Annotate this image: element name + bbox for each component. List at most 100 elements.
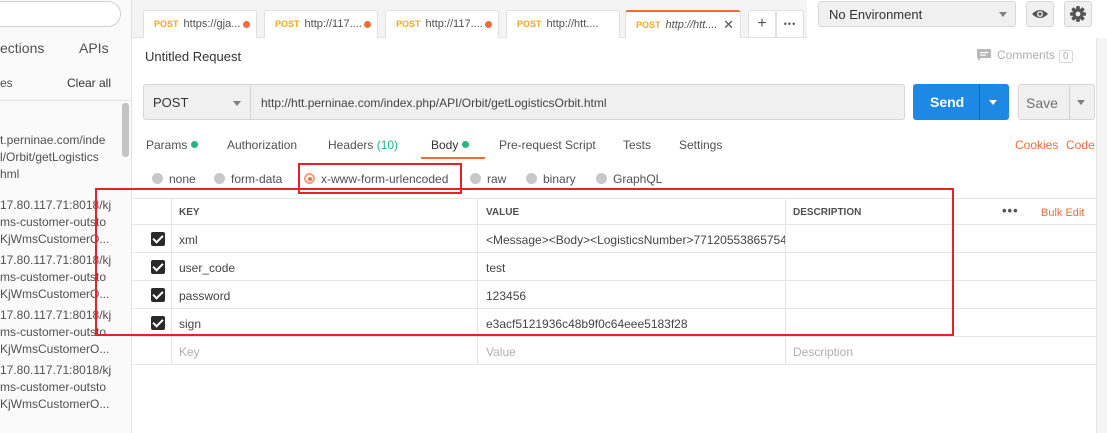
radio-icon — [596, 173, 607, 184]
radio-x-www-form-urlencoded[interactable]: x-www-form-urlencoded — [304, 172, 448, 186]
tab-method: POST — [275, 19, 300, 29]
row-enabled-checkbox[interactable] — [151, 232, 165, 246]
history-item[interactable]: 17.80.117.71:8018/kj ms-customer-outsto … — [0, 362, 120, 413]
request-sub-tabs: Params Authorization Headers (10) Body P… — [132, 136, 1107, 160]
new-value-input[interactable]: Value — [477, 337, 785, 364]
environment-quick-look-button[interactable] — [1026, 1, 1054, 27]
tab-more-button[interactable]: ••• — [776, 10, 804, 38]
tab-body[interactable]: Body — [431, 138, 470, 152]
tab-authorization[interactable]: Authorization — [227, 138, 297, 152]
row-enabled-checkbox[interactable] — [151, 288, 165, 302]
column-header-key: KEY — [171, 199, 477, 224]
save-options-chevron-icon[interactable] — [1077, 100, 1085, 105]
environment-select[interactable]: No Environment — [818, 1, 1016, 27]
sidebar: ections APIs es Clear all t.perninae.com… — [0, 0, 132, 433]
sidebar-tab-collections[interactable]: ections — [0, 40, 44, 56]
row-enabled-checkbox[interactable] — [151, 316, 165, 330]
table-row: password 123456 — [133, 281, 1097, 309]
param-description-input[interactable] — [785, 253, 1097, 280]
status-dot-icon — [191, 141, 199, 148]
radio-raw[interactable]: raw — [470, 172, 506, 186]
history-item[interactable]: t.perninae.com/inde l/Orbit/getLogistics… — [0, 132, 120, 183]
request-tab-active[interactable]: POST http://htt.... ✕ — [625, 10, 741, 38]
sidebar-scrollbar[interactable] — [122, 103, 129, 157]
radio-icon — [470, 173, 481, 184]
param-value-input[interactable]: 123456 — [477, 281, 785, 308]
row-enabled-checkbox[interactable] — [151, 260, 165, 274]
radio-none[interactable]: none — [152, 172, 196, 186]
param-key-input[interactable]: password — [171, 281, 477, 308]
request-tab[interactable]: POST https://gja... — [143, 10, 257, 38]
history-item[interactable]: 17.80.117.71:8018/kj ms-customer-outsto … — [0, 197, 120, 248]
param-key-input[interactable]: xml — [171, 225, 477, 252]
param-description-input[interactable] — [785, 281, 1097, 308]
method-select[interactable]: POST — [143, 84, 251, 120]
url-input[interactable]: http://htt.perninae.com/index.php/API/Or… — [251, 84, 905, 120]
param-value-input[interactable]: e3acf5121936c48b9f0c64eee5183f28 — [477, 309, 785, 336]
comments-label: Comments — [997, 48, 1056, 62]
chevron-down-icon — [999, 12, 1007, 17]
unsaved-dot-icon — [485, 21, 492, 28]
clear-all-button[interactable]: Clear all — [67, 76, 111, 90]
radio-graphql[interactable]: GraphQL — [596, 172, 662, 186]
tab-tests[interactable]: Tests — [623, 138, 651, 152]
tab-url: http://htt.... — [546, 18, 599, 30]
request-title[interactable]: Untitled Request — [145, 49, 241, 64]
sidebar-divider — [0, 100, 131, 101]
param-key-input[interactable]: user_code — [171, 253, 477, 280]
tab-headers[interactable]: Headers (10) — [328, 138, 398, 152]
radio-binary[interactable]: binary — [526, 172, 576, 186]
request-tab[interactable]: POST http://117.... — [385, 10, 499, 38]
new-tab-button[interactable]: + — [748, 10, 776, 38]
radio-icon — [526, 173, 537, 184]
body-params-table: KEY VALUE DESCRIPTION ••• Bulk Edit xml … — [133, 198, 1097, 365]
radio-icon — [214, 173, 225, 184]
history-label: es — [0, 76, 13, 90]
main-scrollbar[interactable] — [1096, 38, 1107, 433]
table-header-row: KEY VALUE DESCRIPTION ••• Bulk Edit — [133, 198, 1097, 225]
new-description-input[interactable]: Description — [785, 337, 1097, 364]
table-row: sign e3acf5121936c48b9f0c64eee5183f28 — [133, 309, 1097, 337]
param-key-input[interactable]: sign — [171, 309, 477, 336]
close-tab-icon[interactable]: ✕ — [723, 17, 734, 33]
sidebar-search-input[interactable] — [0, 1, 121, 27]
save-button[interactable]: Save — [1018, 84, 1095, 120]
comments-button[interactable]: Comments 0 — [977, 48, 1073, 63]
active-tab-underline — [421, 157, 485, 159]
param-value-input[interactable]: test — [477, 253, 785, 280]
table-row: xml <Message><Body><LogisticsNumber>7712… — [133, 225, 1097, 253]
sidebar-tab-apis[interactable]: APIs — [79, 40, 109, 56]
eye-icon — [1032, 10, 1048, 18]
more-options-icon[interactable]: ••• — [1002, 203, 1019, 218]
history-item[interactable]: 17.80.117.71:8018/kj ms-customer-outsto … — [0, 307, 120, 358]
unsaved-dot-icon — [364, 21, 371, 28]
request-tab-bar: POST https://gja... POST http://117.... PO… — [132, 0, 807, 38]
tab-settings[interactable]: Settings — [679, 138, 722, 152]
new-key-input[interactable]: Key — [171, 337, 477, 364]
tab-url: http://htt.... — [665, 19, 718, 31]
radio-form-data[interactable]: form-data — [214, 172, 282, 186]
history-list: t.perninae.com/inde l/Orbit/getLogistics… — [0, 132, 120, 417]
manage-environments-button[interactable] — [1064, 1, 1092, 27]
param-description-input[interactable] — [785, 225, 1097, 252]
code-link[interactable]: Code — [1066, 138, 1095, 152]
comment-icon — [977, 49, 991, 61]
send-button[interactable]: Send — [913, 84, 1009, 120]
column-header-value: VALUE — [477, 199, 785, 224]
tab-method: POST — [517, 19, 542, 29]
comments-count: 0 — [1059, 50, 1073, 63]
method-value: POST — [153, 95, 189, 110]
tab-method: POST — [396, 19, 421, 29]
tab-pre-request-script[interactable]: Pre-request Script — [499, 138, 596, 152]
tab-params[interactable]: Params — [146, 138, 199, 152]
send-label: Send — [930, 94, 965, 110]
request-tab[interactable]: POST http://htt.... — [506, 10, 620, 38]
table-row: user_code test — [133, 253, 1097, 281]
param-value-input[interactable]: <Message><Body><LogisticsNumber>77120553… — [477, 225, 785, 252]
request-tab[interactable]: POST http://117.... — [264, 10, 378, 38]
bulk-edit-link[interactable]: Bulk Edit — [1041, 207, 1084, 219]
history-item[interactable]: 17.80.117.71:8018/kj ms-customer-outsto … — [0, 252, 120, 303]
cookies-link[interactable]: Cookies — [1015, 138, 1058, 152]
send-options-chevron-icon[interactable] — [989, 100, 997, 105]
param-description-input[interactable] — [785, 309, 1097, 336]
